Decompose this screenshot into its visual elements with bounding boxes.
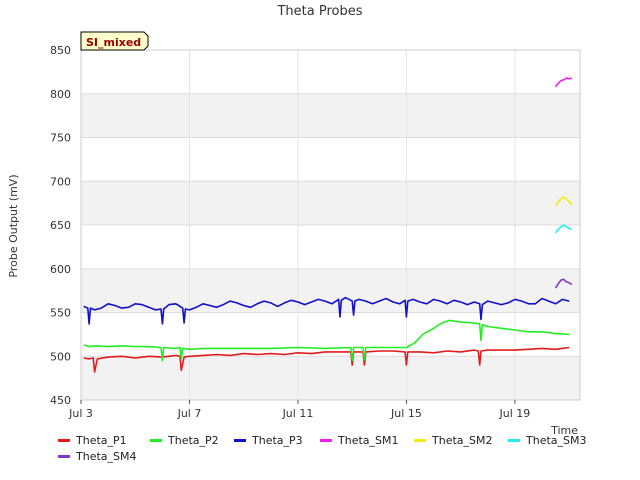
grid-band [81, 50, 580, 94]
x-tick-label: Jul 15 [390, 407, 422, 420]
legend-label: Theta_P3 [252, 434, 303, 447]
legend-swatch [320, 438, 332, 442]
legend-label: Theta_SM4 [76, 450, 137, 463]
x-tick-label: Jul 3 [68, 407, 93, 420]
y-tick-label: 750 [50, 132, 71, 145]
legend-label: Theta_SM3 [526, 434, 587, 447]
y-axis-ticks: 450 500 550 600 650 700 750 800 850 [50, 44, 71, 407]
y-tick-label: 800 [50, 88, 71, 101]
site-badge-label: SI_mixed [86, 36, 141, 49]
x-tick-label: Jul 11 [282, 407, 314, 420]
x-tick-label: Jul 7 [177, 407, 202, 420]
grid-band [81, 137, 580, 182]
legend-swatch [414, 438, 426, 442]
legend-item-theta-sm4: Theta_SM4 [58, 450, 136, 466]
legend-swatch [234, 438, 246, 442]
y-tick-label: 850 [50, 44, 71, 57]
legend-item-theta-sm2: Theta_SM2 [414, 434, 492, 450]
x-axis-ticks: Jul 3 Jul 7 Jul 11 Jul 15 Jul 19 [68, 400, 530, 420]
legend-label: Theta_SM1 [338, 434, 399, 447]
y-tick-label: 600 [50, 263, 71, 276]
theta-probes-chart: Theta Probes 450 500 550 600 650 700 750 800 850… [7, 4, 581, 437]
legend-item-theta-sm1: Theta_SM1 [320, 434, 398, 450]
y-tick-label: 500 [50, 350, 71, 363]
y-tick-label: 650 [50, 219, 71, 232]
legend-swatch [150, 438, 162, 442]
legend-label: Theta_P2 [168, 434, 219, 447]
legend-item-theta-sm3: Theta_SM3 [508, 434, 586, 450]
grid-band [81, 356, 580, 400]
legend-swatch [58, 454, 70, 458]
site-badge: SI_mixed [80, 31, 149, 51]
grid-band [81, 93, 580, 138]
grid-band [81, 268, 580, 313]
y-tick-label: 700 [50, 175, 71, 188]
y-tick-label: 450 [50, 394, 71, 407]
legend-swatch [58, 438, 70, 442]
x-tick-label: Jul 19 [499, 407, 531, 420]
y-axis-label: Probe Output (mV) [7, 174, 20, 277]
legend-item-theta-p2: Theta_P2 [150, 434, 219, 450]
legend-item-theta-p3: Theta_P3 [234, 434, 303, 450]
legend-label: Theta_P1 [76, 434, 127, 447]
grid-band [81, 181, 580, 225]
chart-title: Theta Probes [276, 4, 362, 19]
legend-swatch [508, 438, 520, 442]
y-tick-label: 550 [50, 307, 71, 320]
legend-label: Theta_SM2 [432, 434, 493, 447]
grid-band [81, 225, 580, 269]
legend-item-theta-p1: Theta_P1 [58, 434, 127, 450]
